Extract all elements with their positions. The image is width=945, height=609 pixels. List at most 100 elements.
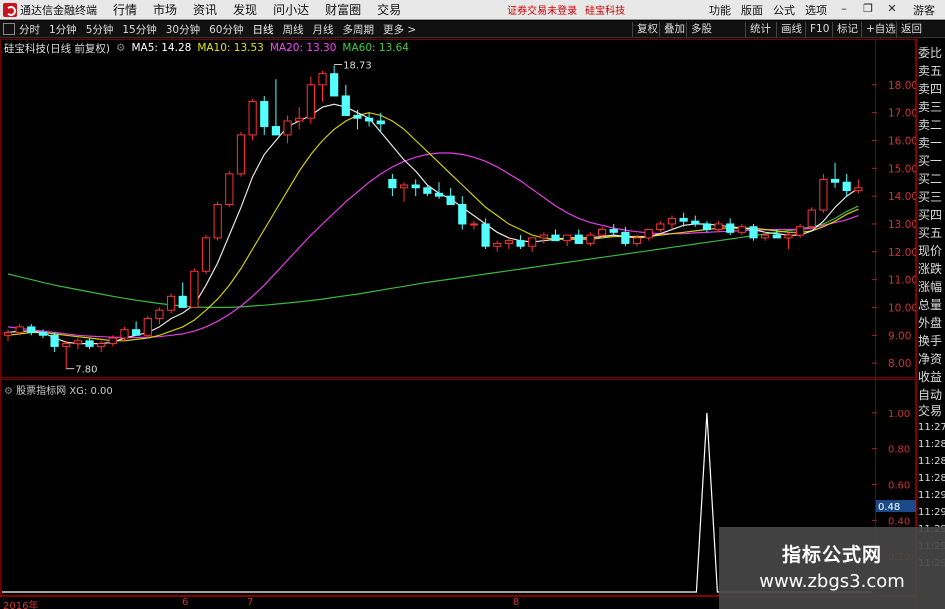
candle-up — [586, 234, 595, 244]
x-label-month: 8 — [513, 597, 520, 608]
tick-time: 11:28 — [918, 473, 945, 484]
high-annotation: 18.73 — [343, 61, 372, 72]
low-annotation: 7.80 — [75, 365, 97, 376]
kline-chart[interactable]: 18.00 17.00 16.00 15.00 14.00 13.00 12.00 11.00… — [0, 0, 945, 609]
candle-down — [772, 234, 781, 239]
price-tick-label: 16.00 — [888, 135, 918, 147]
price-tick-label: 12.00 — [888, 247, 918, 259]
candle-down — [726, 223, 735, 233]
chart-header: 硅宝科技(日线 前复权) ⚙ MA5: 14.28 MA10: 13.53 MA… — [4, 41, 415, 55]
candle-down — [27, 326, 36, 333]
side-label: 卖五 — [918, 64, 943, 78]
candle-down — [609, 229, 618, 233]
candle-up — [493, 242, 502, 247]
side-label: 现价 — [918, 244, 943, 258]
side-label: 买一 — [918, 154, 943, 168]
candle-up — [737, 226, 746, 233]
candle-up — [248, 101, 257, 136]
candle-up — [563, 234, 572, 242]
candle-up — [166, 295, 176, 311]
candle-down — [50, 334, 59, 347]
sub-tick-label: 0.60 — [888, 481, 910, 492]
candle-down — [330, 73, 339, 97]
candle-down — [341, 95, 350, 116]
side-label: 买五 — [918, 226, 943, 240]
side-tab-label[interactable]: 自动 — [918, 386, 945, 403]
candle-up — [761, 234, 770, 239]
candle-up — [283, 120, 292, 136]
side-label: 外盘 — [918, 316, 943, 330]
ma60-line — [7, 205, 859, 308]
tick-time: 11:27 — [918, 422, 945, 433]
price-tick-label: 13.00 — [888, 219, 918, 231]
price-tick-label: 8.00 — [888, 358, 911, 370]
candle-down — [551, 234, 560, 242]
candle-up — [97, 343, 106, 347]
side-label: 换手 — [918, 334, 943, 348]
ma60-label: MA60: 13.64 — [342, 42, 409, 54]
side-label: 卖四 — [918, 82, 943, 96]
ma10-label: MA10: 13.53 — [197, 42, 264, 54]
side-label: 总量 — [918, 298, 943, 312]
x-label-month: 7 — [247, 597, 254, 608]
price-tick-label: 17.00 — [888, 108, 918, 120]
candle-up — [190, 270, 199, 308]
candle-down — [842, 181, 851, 192]
x-label-month: 6 — [182, 597, 189, 608]
candle-down — [516, 240, 525, 247]
side-label: 净资 — [918, 352, 943, 366]
chart-title: 硅宝科技(日线 前复权) — [4, 42, 111, 55]
candle-up — [213, 203, 222, 239]
candle-up — [3, 331, 13, 336]
candle-down — [458, 203, 467, 225]
candle-up — [539, 234, 548, 239]
candle-up — [236, 134, 246, 175]
candle-down — [271, 126, 281, 136]
candle-down — [574, 234, 583, 244]
side-label: 卖一 — [918, 136, 943, 150]
candle-up — [504, 240, 514, 244]
candle-down — [702, 223, 712, 231]
price-tick-label: 18.00 — [888, 80, 918, 92]
side-tab-label[interactable]: 交易 — [918, 402, 945, 419]
side-label: 涨幅 — [918, 280, 943, 294]
candle-up — [15, 326, 24, 333]
x-label-year: 2016年 — [3, 601, 39, 609]
candle-up — [399, 184, 409, 189]
indicator-gear-icon[interactable]: ⚙ — [4, 386, 13, 397]
ma20-label: MA20: 13.30 — [269, 42, 337, 54]
candle-up — [597, 229, 607, 236]
candle-up — [62, 343, 71, 347]
candle-down — [679, 217, 688, 222]
watermark-url: www.zbgs3.com — [759, 571, 905, 592]
side-label: 委比 — [918, 46, 943, 60]
side-label: 收益 — [918, 370, 943, 384]
side-label: 买四 — [918, 208, 943, 222]
side-label: 买二 — [918, 172, 943, 186]
candle-up — [807, 209, 816, 228]
candle-down — [353, 114, 362, 119]
candle-down — [621, 231, 630, 244]
candle-up — [656, 223, 665, 231]
quote-side-panel: 委比 卖五 卖四 卖三 卖二 卖一 买一 买二 买三 买四 买五 现价 涨跌 涨幅 总量 外盘 换手 净资 收益 自动… — [916, 38, 945, 609]
candle-up — [528, 237, 537, 247]
candle-down — [749, 226, 758, 239]
price-tick-label: 10.00 — [888, 302, 918, 314]
candle-down — [178, 295, 187, 308]
indicator-label: 股票指标网 XG: 0.00 — [16, 386, 113, 397]
candle-down — [364, 117, 374, 122]
candle-up — [795, 226, 805, 236]
side-label: 涨跌 — [918, 262, 943, 276]
settings-gear-icon[interactable]: ⚙ — [116, 42, 125, 54]
tick-time: 11:29 — [918, 507, 945, 518]
watermark-title: 指标公式网 — [781, 544, 882, 566]
candle-down — [38, 331, 48, 336]
side-label: 卖三 — [918, 100, 943, 114]
main-chart-frame — [0, 39, 916, 378]
candle-up — [469, 223, 479, 226]
tick-time: 11:29 — [918, 490, 945, 501]
candle-down — [691, 220, 700, 225]
candle-down — [434, 192, 444, 197]
price-tick-label: 11.00 — [888, 275, 918, 287]
price-tick-label: 15.00 — [888, 163, 918, 175]
